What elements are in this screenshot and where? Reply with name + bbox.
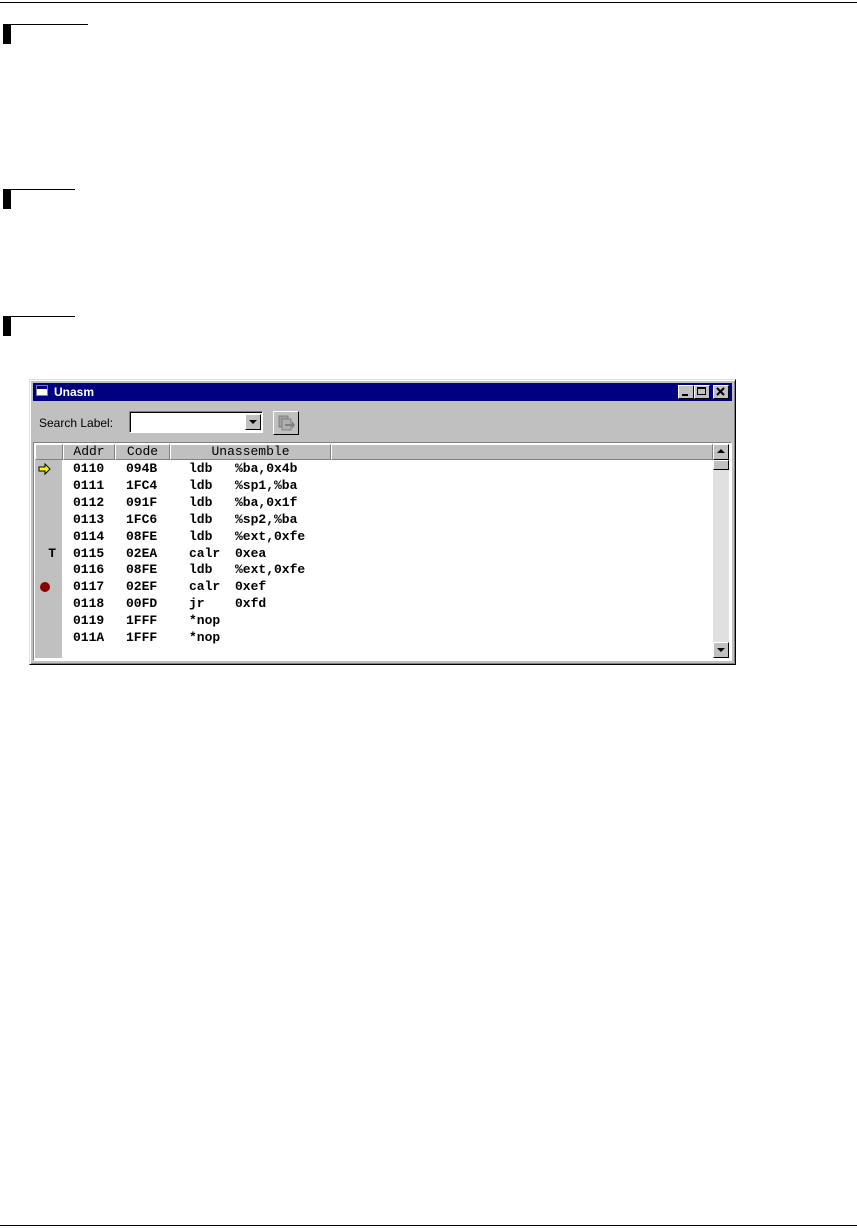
table-row[interactable]: 0111 1FC4 ldb %sp1,%ba [63, 478, 703, 494]
addr-cell: 0111 [73, 477, 105, 493]
mnemonic-cell: ldb [189, 461, 213, 476]
mnemonic-cell: *nop [189, 630, 221, 645]
close-icon [716, 387, 725, 396]
trace-marker: T [48, 545, 56, 561]
header-filler [331, 444, 713, 460]
section-underline [11, 316, 75, 317]
operands-cell: %ext,0xfe [235, 562, 306, 578]
title-bar[interactable]: Unasm [33, 383, 732, 401]
section-marker [3, 189, 11, 209]
addr-cell: 0117 [73, 579, 105, 595]
addr-cell: 0113 [73, 511, 105, 527]
minimize-button[interactable] [678, 385, 694, 399]
addr-cell: 0115 [73, 545, 105, 561]
search-go-button[interactable] [273, 411, 299, 435]
operands-cell: %ba,0x4b [235, 461, 298, 476]
code-cell: 1FC4 [126, 477, 158, 493]
header-marker-column [35, 444, 63, 460]
vertical-scrollbar[interactable] [713, 444, 729, 658]
mnemonic-cell: ldb [189, 562, 213, 578]
mnemonic-cell: ldb [189, 477, 213, 493]
code-cell: 094B [126, 461, 158, 476]
search-label-combo[interactable] [129, 411, 263, 433]
table-row[interactable]: 0114 08FE ldb %ext,0xfe [63, 529, 703, 545]
mnemonic-cell: calr [189, 579, 221, 595]
operands-cell: 0xea [235, 545, 267, 561]
mnemonic-cell: ldb [189, 528, 213, 544]
close-button[interactable] [713, 385, 729, 399]
page-top-rule [0, 2, 857, 3]
table-row[interactable]: 0115 02EA calr 0xea [63, 546, 703, 562]
addr-cell: 011A [73, 630, 105, 645]
operands-cell: 0xef [235, 579, 267, 595]
current-pc-arrow-icon [37, 461, 57, 477]
table-row[interactable]: 0112 091F ldb %ba,0x1f [63, 495, 703, 511]
maximize-button[interactable] [694, 385, 710, 399]
mnemonic-cell: jr [189, 596, 205, 612]
code-cell: 02EF [126, 579, 158, 595]
scroll-down-button[interactable] [713, 642, 729, 658]
code-cell: 02EA [126, 545, 158, 561]
mnemonic-cell: *nop [189, 613, 221, 629]
code-cell: 1FFF [126, 630, 158, 645]
table-row[interactable]: 0119 1FFF *nop [63, 613, 703, 629]
section-marker [3, 24, 11, 44]
chevron-down-icon [249, 420, 257, 424]
search-go-icon [278, 415, 295, 431]
code-cell: 1FC6 [126, 511, 158, 527]
table-row[interactable]: 0118 00FD jr 0xfd [63, 596, 703, 612]
disassembly-grid[interactable]: Addr Code Unassemble 0110 094B ldb %ba,0x4b… [33, 442, 732, 661]
mnemonic-cell: ldb [189, 511, 213, 527]
addr-cell: 0116 [73, 562, 105, 578]
code-cell: 1FFF [126, 613, 158, 629]
table-row[interactable]: 0110 094B ldb %ba,0x4b [63, 461, 703, 477]
addr-cell: 0119 [73, 613, 105, 629]
section-underline [11, 24, 88, 25]
code-cell: 08FE [126, 528, 158, 544]
table-row[interactable]: 011A 1FFF *nop [63, 630, 703, 646]
addr-cell: 0112 [73, 494, 105, 510]
window-title: Unasm [54, 385, 95, 399]
table-row[interactable]: 0113 1FC6 ldb %sp2,%ba [63, 512, 703, 528]
section-underline [11, 189, 75, 190]
code-cell: 08FE [126, 562, 158, 578]
scroll-up-icon [717, 449, 725, 453]
code-cell: 00FD [126, 596, 158, 612]
scroll-down-icon [717, 648, 725, 652]
code-cell: 091F [126, 494, 158, 510]
breakpoint-icon [37, 579, 57, 595]
operands-cell: 0xfd [235, 596, 267, 612]
table-row[interactable]: 0116 08FE ldb %ext,0xfe [63, 562, 703, 578]
section-marker [3, 316, 11, 336]
scroll-up-button[interactable] [713, 444, 729, 460]
search-label: Search Label: [39, 416, 114, 430]
table-row[interactable]: 0117 02EF calr 0xef [63, 579, 703, 595]
window-icon [36, 385, 48, 396]
operands-cell: %sp2,%ba [235, 511, 298, 527]
operands-cell: %ext,0xfe [235, 528, 306, 544]
header-addr[interactable]: Addr [63, 444, 115, 460]
mnemonic-cell: calr [189, 545, 221, 561]
header-unassemble[interactable]: Unassemble [170, 444, 331, 460]
page-bottom-rule [0, 1225, 857, 1226]
minimize-icon [682, 394, 688, 396]
search-label-dropdown-button[interactable] [245, 414, 261, 430]
unasm-window: Unasm Search Label: Addr Code Unassemble… [29, 379, 736, 665]
mnemonic-cell: ldb [189, 494, 213, 510]
header-code[interactable]: Code [115, 444, 170, 460]
addr-cell: 0110 [73, 461, 105, 476]
operands-cell: %ba,0x1f [235, 494, 298, 510]
addr-cell: 0114 [73, 528, 105, 544]
addr-cell: 0118 [73, 596, 105, 612]
operands-cell: %sp1,%ba [235, 477, 298, 493]
scroll-thumb[interactable] [713, 460, 729, 470]
maximize-icon [697, 387, 706, 395]
